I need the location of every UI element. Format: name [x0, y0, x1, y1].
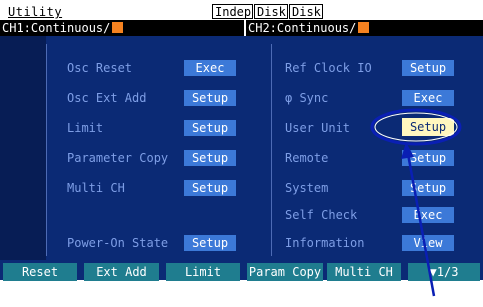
disk-badge-1: Disk: [254, 4, 288, 19]
ch1-status-text: CH1:Continuous/: [2, 21, 111, 35]
limit-button[interactable]: Setup: [184, 120, 236, 136]
fkey-reset[interactable]: Reset: [3, 263, 77, 281]
information-label: Information: [285, 236, 365, 250]
system-button[interactable]: Setup: [402, 180, 454, 196]
ch1-indicator-icon: [112, 22, 124, 33]
fkey-multi-ch[interactable]: Multi CH: [327, 263, 401, 281]
information-button[interactable]: View: [402, 235, 454, 251]
ref-clock-io-label: Ref Clock IO: [285, 61, 372, 75]
divider-center: [271, 44, 272, 256]
power-on-state-label: Power-On State: [67, 236, 169, 250]
self-check-button[interactable]: Exec: [402, 207, 454, 223]
osc-ext-add-label: Osc Ext Add: [67, 91, 147, 105]
instrument-screen: Utility Indep Disk Disk CH1:Continuous/ …: [0, 0, 483, 281]
user-unit-label: User Unit: [285, 121, 351, 135]
system-label: System: [285, 181, 329, 195]
power-on-state-button[interactable]: Setup: [184, 235, 236, 251]
ch1-status: CH1:Continuous/: [0, 20, 244, 36]
left-strip: [0, 36, 46, 260]
parameter-copy-button[interactable]: Setup: [184, 150, 236, 166]
utility-panel: Osc Reset Exec Osc Ext Add Setup Limit S…: [0, 36, 483, 281]
ch2-status-text: CH2:Continuous/: [248, 21, 357, 35]
osc-reset-button[interactable]: Exec: [184, 60, 236, 76]
self-check-label: Self Check: [285, 208, 358, 222]
ch2-status: CH2:Continuous/: [246, 20, 483, 36]
multi-ch-button[interactable]: Setup: [184, 180, 236, 196]
fkey-ext-add[interactable]: Ext Add: [84, 263, 159, 281]
indep-badge: Indep: [212, 4, 253, 19]
remote-label: Remote: [285, 151, 329, 165]
phase-sync-label: φ Sync: [285, 91, 329, 105]
osc-reset-label: Osc Reset: [67, 61, 133, 75]
fkey-param-copy[interactable]: Param Copy: [247, 263, 323, 281]
limit-label: Limit: [67, 121, 104, 135]
function-key-bar: Reset Ext Add Limit Param Copy Multi CH …: [0, 260, 483, 281]
parameter-copy-label: Parameter Copy: [67, 151, 169, 165]
menu-title: Utility: [8, 5, 63, 19]
phase-sync-button[interactable]: Exec: [402, 90, 454, 106]
osc-ext-add-button[interactable]: Setup: [184, 90, 236, 106]
ch2-indicator-icon: [358, 22, 370, 33]
multi-ch-label: Multi CH: [67, 181, 125, 195]
divider-left: [46, 44, 47, 256]
fkey-next-page[interactable]: ▼1/3: [408, 263, 480, 281]
fkey-limit[interactable]: Limit: [166, 263, 240, 281]
disk-badge-2: Disk: [289, 4, 323, 19]
ref-clock-io-button[interactable]: Setup: [402, 60, 454, 76]
user-unit-button[interactable]: Setup: [402, 118, 454, 136]
remote-button[interactable]: Setup: [402, 150, 454, 166]
status-bar: Utility Indep Disk Disk CH1:Continuous/ …: [0, 0, 483, 36]
